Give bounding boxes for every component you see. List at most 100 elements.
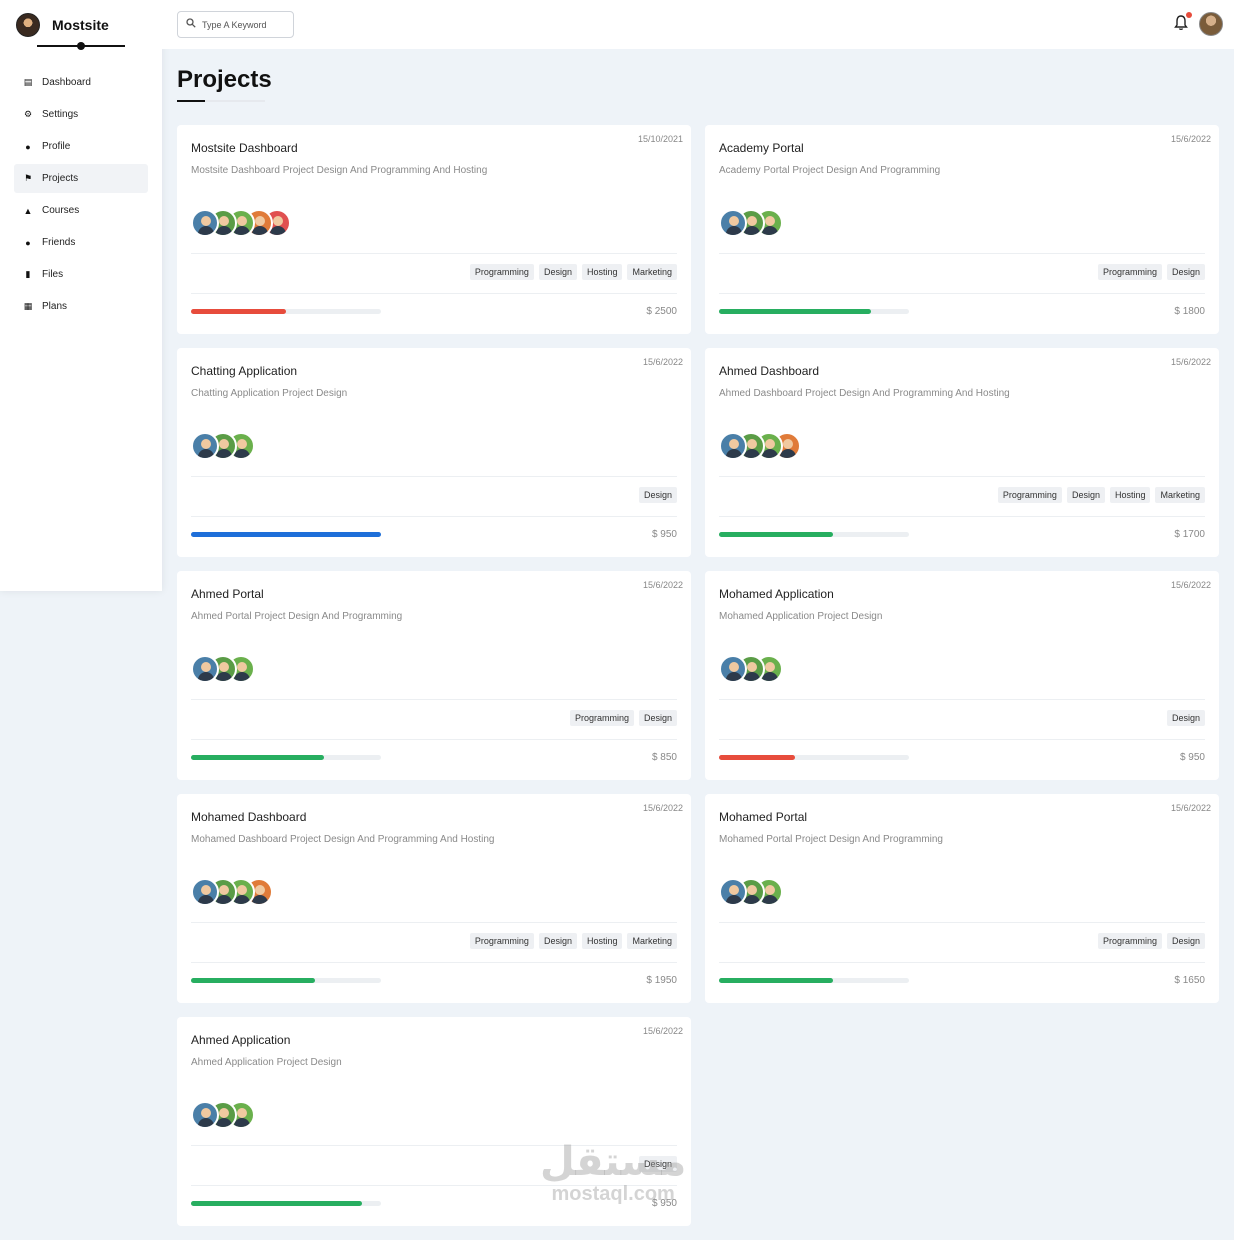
sidebar-item-label: Plans (42, 301, 68, 312)
project-progress-fill (719, 978, 833, 983)
project-tag[interactable]: Design (538, 933, 577, 949)
search-input[interactable] (202, 19, 288, 30)
project-progress-bar (719, 978, 909, 983)
project-team-avatars (719, 209, 783, 237)
project-progress-fill (191, 755, 324, 760)
project-name[interactable]: Mohamed Dashboard (191, 810, 306, 824)
sidebar-item-label: Friends (42, 237, 76, 248)
sidebar-item-friends[interactable]: ● Friends (14, 228, 148, 257)
project-tag[interactable]: Marketing (627, 264, 677, 280)
team-member-avatar[interactable] (719, 655, 747, 683)
team-member-avatar[interactable] (191, 432, 219, 460)
sidebar-item-files[interactable]: ▮ Files (14, 260, 148, 289)
project-team-avatars (719, 655, 783, 683)
project-name[interactable]: Chatting Application (191, 364, 297, 378)
project-card[interactable]: 15/6/2022 Ahmed Portal Ahmed Portal Projec… (177, 571, 691, 780)
project-tag[interactable]: Hosting (581, 933, 623, 949)
sidebar-item-profile[interactable]: ● Profile (14, 132, 148, 161)
card-divider (191, 739, 677, 740)
project-card[interactable]: 15/10/2021 Mostsite Dashboard Mostsite Das… (177, 125, 691, 334)
project-name[interactable]: Ahmed Application (191, 1033, 290, 1047)
project-date: 15/10/2021 (637, 134, 683, 144)
page-title: Projects (177, 66, 272, 93)
card-divider (719, 476, 1205, 477)
card-divider (719, 516, 1205, 517)
project-description: Mohamed Dashboard Project Design And Pro… (191, 834, 495, 845)
project-card[interactable]: 15/6/2022 Mohamed Dashboard Mohamed Dashbo… (177, 794, 691, 1003)
search-box[interactable] (177, 11, 294, 38)
watermark: مستقل mostaql.com (540, 1140, 686, 1204)
project-tag[interactable]: Programming (469, 933, 534, 949)
project-tag[interactable]: Design (638, 710, 677, 726)
sidebar-item-dashboard[interactable]: ▤ Dashboard (14, 68, 148, 97)
project-tag[interactable]: Marketing (1155, 487, 1205, 503)
project-progress-fill (191, 1201, 362, 1206)
project-card[interactable]: 15/6/2022 Mohamed Portal Mohamed Portal Pr… (705, 794, 1219, 1003)
project-tag[interactable]: Hosting (581, 264, 623, 280)
project-card[interactable]: 15/6/2022 Ahmed Dashboard Ahmed Dashboard … (705, 348, 1219, 557)
sidebar-item-label: Projects (42, 173, 79, 184)
project-card[interactable]: 15/6/2022 Chatting Application Chatting Ap… (177, 348, 691, 557)
project-tag[interactable]: Design (1166, 264, 1205, 280)
project-name[interactable]: Mostsite Dashboard (191, 141, 298, 155)
project-name[interactable]: Ahmed Portal (191, 587, 264, 601)
card-divider (719, 253, 1205, 254)
project-description: Ahmed Dashboard Project Design And Progr… (719, 388, 1010, 399)
sidebar-item-courses[interactable]: ▲ Courses (14, 196, 148, 225)
diagram-icon: ⚑ (23, 173, 33, 183)
project-tag[interactable]: Programming (1097, 933, 1162, 949)
project-tag[interactable]: Hosting (1109, 487, 1151, 503)
project-name[interactable]: Academy Portal (719, 141, 804, 155)
project-progress-bar (191, 532, 381, 537)
team-member-avatar[interactable] (191, 209, 219, 237)
project-description: Academy Portal Project Design And Progra… (719, 165, 941, 176)
project-tag[interactable]: Marketing (627, 933, 677, 949)
card-divider (191, 699, 677, 700)
card-divider (719, 922, 1205, 923)
team-member-avatar[interactable] (191, 1101, 219, 1129)
project-tag[interactable]: Programming (1097, 264, 1162, 280)
project-tag[interactable]: Programming (569, 710, 634, 726)
project-tags: Design (638, 487, 677, 503)
sidebar-item-settings[interactable]: ⚙ Settings (14, 100, 148, 129)
sidebar-item-plans[interactable]: ▦ Plans (14, 292, 148, 321)
search-icon (186, 18, 196, 31)
project-tag[interactable]: Design (1166, 933, 1205, 949)
team-member-avatar[interactable] (719, 878, 747, 906)
watermark-latin: mostaql.com (551, 1183, 675, 1205)
project-tag[interactable]: Design (1066, 487, 1105, 503)
project-progress-bar (191, 1201, 381, 1206)
project-progress-bar (719, 755, 909, 760)
project-tag[interactable]: Programming (469, 264, 534, 280)
team-member-avatar[interactable] (719, 432, 747, 460)
project-description: Mostsite Dashboard Project Design And Pr… (191, 165, 488, 176)
project-progress-bar (191, 309, 381, 314)
user-avatar[interactable] (1199, 12, 1223, 36)
project-card[interactable]: 15/6/2022 Academy Portal Academy Portal Pr… (705, 125, 1219, 334)
project-name[interactable]: Ahmed Dashboard (719, 364, 819, 378)
project-tag[interactable]: Programming (997, 487, 1062, 503)
project-tag[interactable]: Design (538, 264, 577, 280)
project-name[interactable]: Mohamed Application (719, 587, 834, 601)
brand[interactable]: Mostsite (16, 13, 109, 37)
project-tag[interactable]: Design (638, 487, 677, 503)
brand-logo (16, 13, 40, 37)
project-tags: Design (1166, 710, 1205, 726)
team-member-avatar[interactable] (191, 655, 219, 683)
project-tag[interactable]: Design (1166, 710, 1205, 726)
sidebar-item-projects[interactable]: ⚑ Projects (14, 164, 148, 193)
brand-name: Mostsite (52, 17, 109, 33)
bell-icon[interactable] (1174, 15, 1188, 31)
project-tags: Programming Design (569, 710, 677, 726)
project-price: $ 950 (1179, 752, 1205, 763)
graduation-cap-icon: ▲ (23, 205, 33, 216)
sidebar-item-label: Profile (42, 141, 71, 152)
project-description: Mohamed Portal Project Design And Progra… (719, 834, 943, 845)
project-team-avatars (191, 209, 291, 237)
team-member-avatar[interactable] (719, 209, 747, 237)
project-card[interactable]: 15/6/2022 Mohamed Application Mohamed Appl… (705, 571, 1219, 780)
notification-badge (1186, 12, 1192, 18)
project-name[interactable]: Mohamed Portal (719, 810, 807, 824)
team-member-avatar[interactable] (191, 878, 219, 906)
project-progress-fill (191, 532, 381, 537)
